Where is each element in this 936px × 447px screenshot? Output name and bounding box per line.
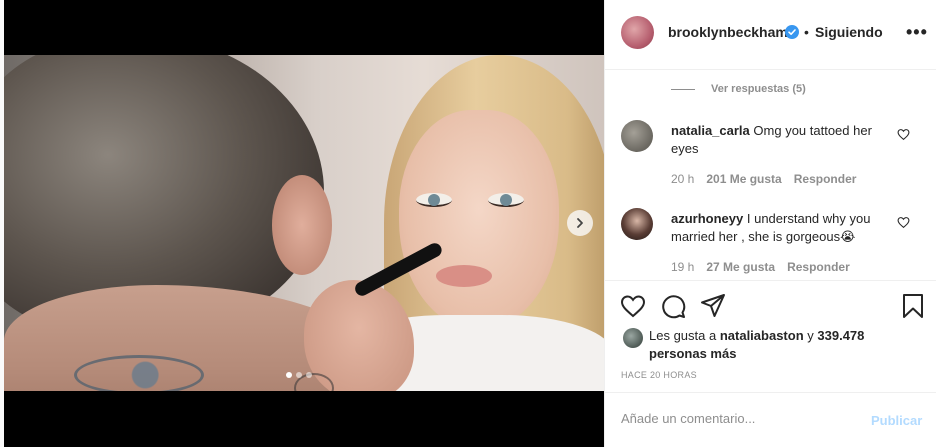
comment-icon[interactable] <box>660 293 686 319</box>
comment-likes[interactable]: 27 Me gusta <box>706 260 775 274</box>
replies-line <box>671 88 695 90</box>
commenter-avatar[interactable] <box>621 208 653 240</box>
comment-meta: 20 h 201 Me gusta Responder <box>671 172 856 186</box>
following-button[interactable]: Siguiendo <box>815 24 883 40</box>
heart-icon[interactable] <box>897 128 910 141</box>
author-avatar[interactable] <box>621 16 654 49</box>
comment-input[interactable] <box>621 411 861 426</box>
commenter-avatar[interactable] <box>621 120 653 152</box>
liker-username[interactable]: nataliabaston <box>720 328 804 343</box>
photo-region <box>488 193 524 207</box>
comment-text: natalia_carla Omg you tattoed her eyes <box>671 122 891 158</box>
verified-badge-icon <box>785 25 799 39</box>
add-comment-section: Publicar <box>605 392 936 447</box>
view-replies-label: Ver respuestas (5) <box>711 83 806 95</box>
carousel-dot <box>306 372 312 378</box>
likes-text: Les gusta a nataliabaston y 339.478 pers… <box>649 327 909 363</box>
comment-likes[interactable]: 201 Me gusta <box>706 172 781 186</box>
chevron-right-icon <box>577 218 583 228</box>
header-separator: • <box>804 24 809 40</box>
carousel-dot <box>296 372 302 378</box>
author-username[interactable]: brooklynbeckham <box>668 24 788 40</box>
comment-time[interactable]: 20 h <box>671 172 694 186</box>
publish-button[interactable]: Publicar <box>871 413 922 428</box>
comment-text: azurhoneyy I understand why you married … <box>671 210 891 246</box>
carousel-dot-active <box>286 372 292 378</box>
photo-region <box>416 193 452 207</box>
reply-button[interactable]: Responder <box>794 172 857 186</box>
post-sidebar: brooklynbeckham • Siguiendo ••• Ver resp… <box>604 0 936 447</box>
photo-region <box>436 265 492 287</box>
likes-conjunction: y <box>807 328 814 343</box>
photo-region <box>399 110 559 330</box>
share-icon[interactable] <box>700 293 726 319</box>
heart-icon[interactable] <box>897 216 910 229</box>
heart-icon[interactable] <box>620 293 646 319</box>
post-photo[interactable] <box>4 55 604 391</box>
bookmark-icon[interactable] <box>900 293 926 319</box>
photo-region <box>272 175 332 275</box>
comment-time[interactable]: 19 h <box>671 260 694 274</box>
more-options-icon[interactable]: ••• <box>906 23 928 41</box>
comment-item: azurhoneyy I understand why you married … <box>621 208 921 288</box>
carousel-next-button[interactable] <box>567 210 593 236</box>
comment-meta: 19 h 27 Me gusta Responder <box>671 260 850 274</box>
post-header: brooklynbeckham • Siguiendo ••• <box>605 0 936 70</box>
liker-avatar[interactable] <box>623 328 643 348</box>
action-bar <box>605 280 936 328</box>
carousel-indicator <box>286 372 312 378</box>
likes-prefix: Les gusta a <box>649 328 717 343</box>
commenter-username[interactable]: natalia_carla <box>671 123 750 138</box>
media-panel <box>0 0 604 447</box>
commenter-username[interactable]: azurhoneyy <box>671 211 743 226</box>
view-replies-link[interactable]: Ver respuestas (5) <box>671 83 806 95</box>
comment-item: natalia_carla Omg you tattoed her eyes 2… <box>621 120 921 200</box>
post-timestamp[interactable]: HACE 20 HORAS <box>621 370 697 380</box>
reply-button[interactable]: Responder <box>787 260 850 274</box>
photo-region <box>74 355 204 391</box>
